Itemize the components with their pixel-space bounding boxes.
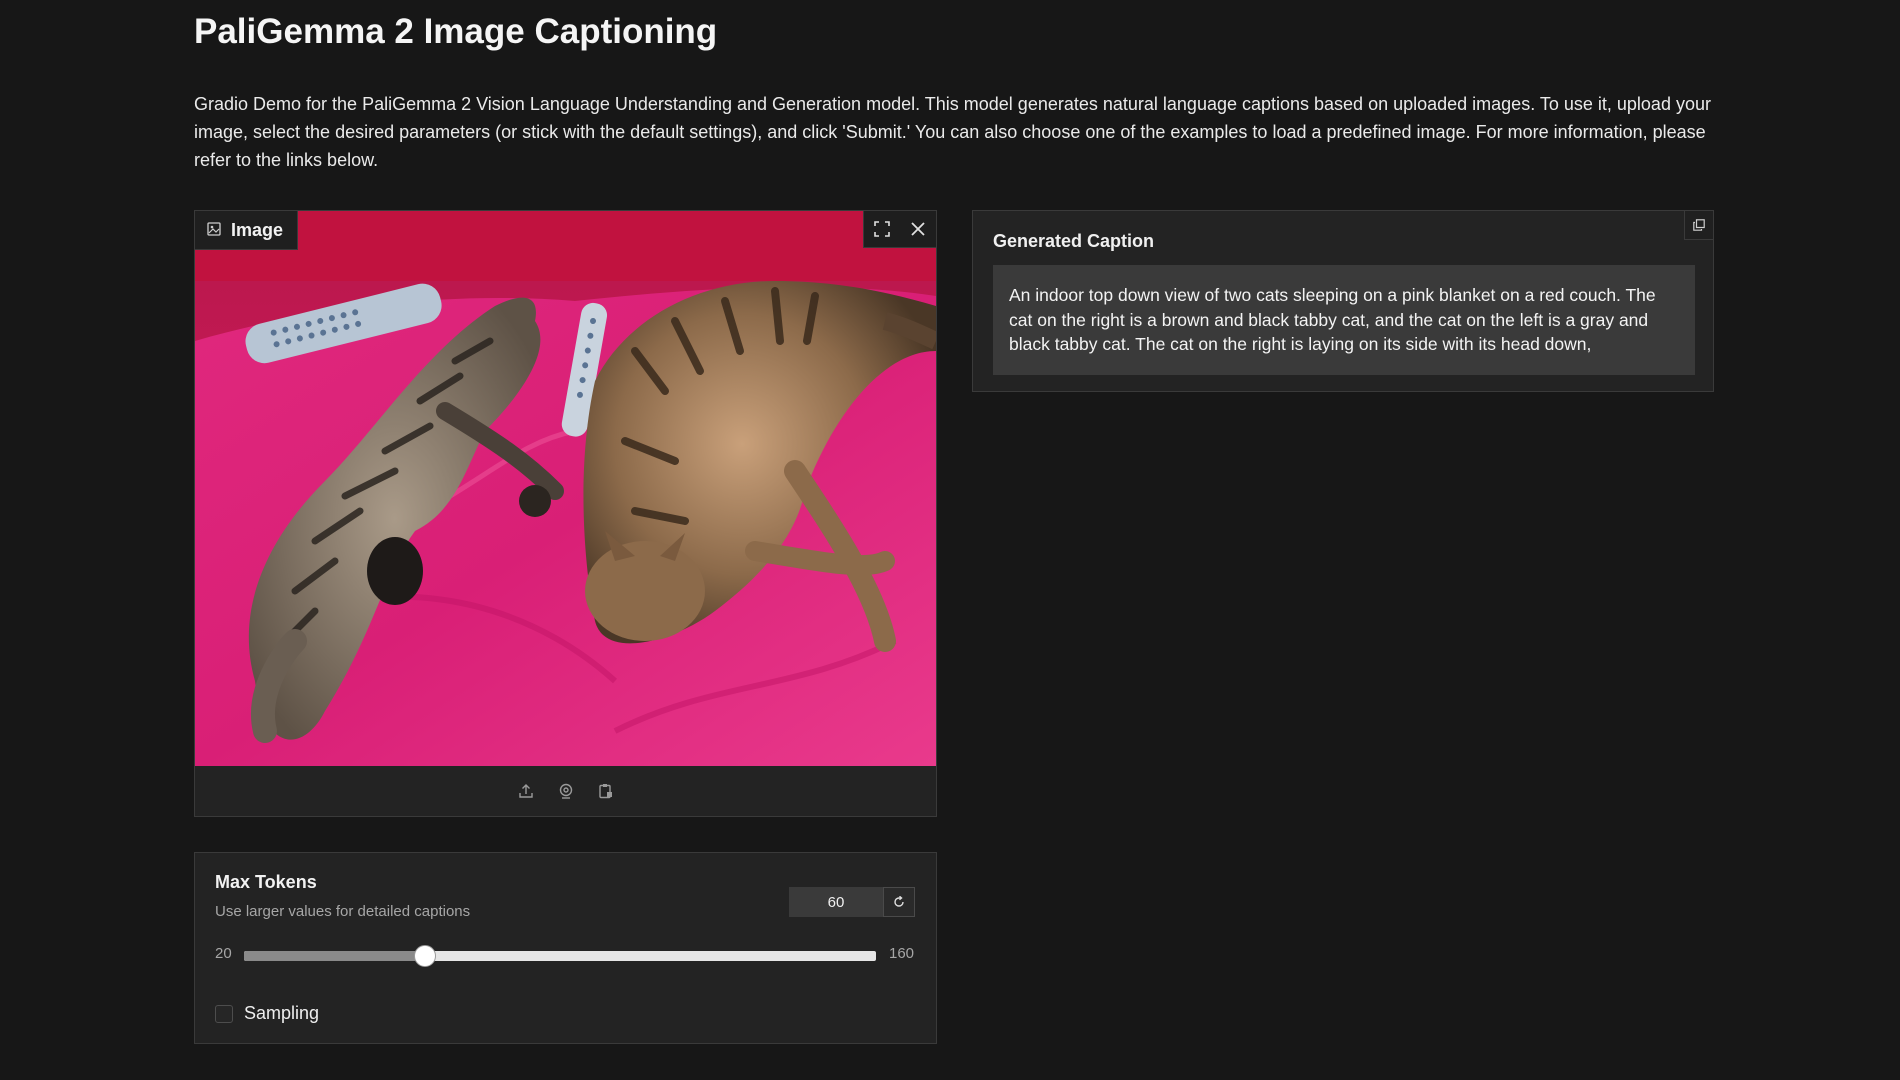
webcam-icon[interactable]: [556, 781, 576, 801]
slider-min-label: 20: [215, 945, 232, 962]
max-tokens-number-group: [789, 887, 915, 917]
copy-icon[interactable]: [1684, 211, 1713, 240]
close-icon[interactable]: [900, 211, 936, 247]
image-input-label: Image: [195, 211, 299, 250]
image-toolbar: [863, 211, 936, 248]
clipboard-icon[interactable]: [596, 781, 616, 801]
slider-thumb[interactable]: [413, 945, 436, 967]
caption-output-panel: Generated Caption An indoor top down vie…: [972, 210, 1714, 392]
caption-output-label: Generated Caption: [993, 231, 1155, 251]
image-source-selector: [195, 766, 936, 816]
slider-max-label: 160: [889, 945, 915, 962]
sampling-label: Sampling: [244, 1003, 320, 1023]
image-input-label-text: Image: [231, 219, 284, 240]
fullscreen-icon[interactable]: [864, 211, 900, 247]
page-description: Gradio Demo for the PaliGemma 2 Vision L…: [194, 94, 1711, 170]
reset-icon[interactable]: [883, 887, 915, 917]
parameters-panel: Max Tokens Use larger values for detaile…: [194, 852, 937, 1044]
max-tokens-slider[interactable]: [244, 945, 876, 967]
max-tokens-info: Use larger values for detailed captions: [215, 903, 471, 920]
page-title: PaliGemma 2 Image Captioning: [194, 12, 718, 51]
max-tokens-label: Max Tokens: [215, 872, 317, 892]
generated-caption-text[interactable]: An indoor top down view of two cats slee…: [993, 265, 1695, 375]
image-input-panel[interactable]: Image: [194, 210, 937, 817]
sampling-checkbox[interactable]: [215, 1004, 233, 1023]
sampling-checkbox-row[interactable]: Sampling: [215, 1003, 319, 1024]
uploaded-image: [195, 211, 936, 766]
image-icon: [207, 220, 221, 241]
max-tokens-input[interactable]: [789, 887, 883, 917]
slider-fill: [244, 951, 425, 961]
upload-icon[interactable]: [516, 781, 536, 801]
